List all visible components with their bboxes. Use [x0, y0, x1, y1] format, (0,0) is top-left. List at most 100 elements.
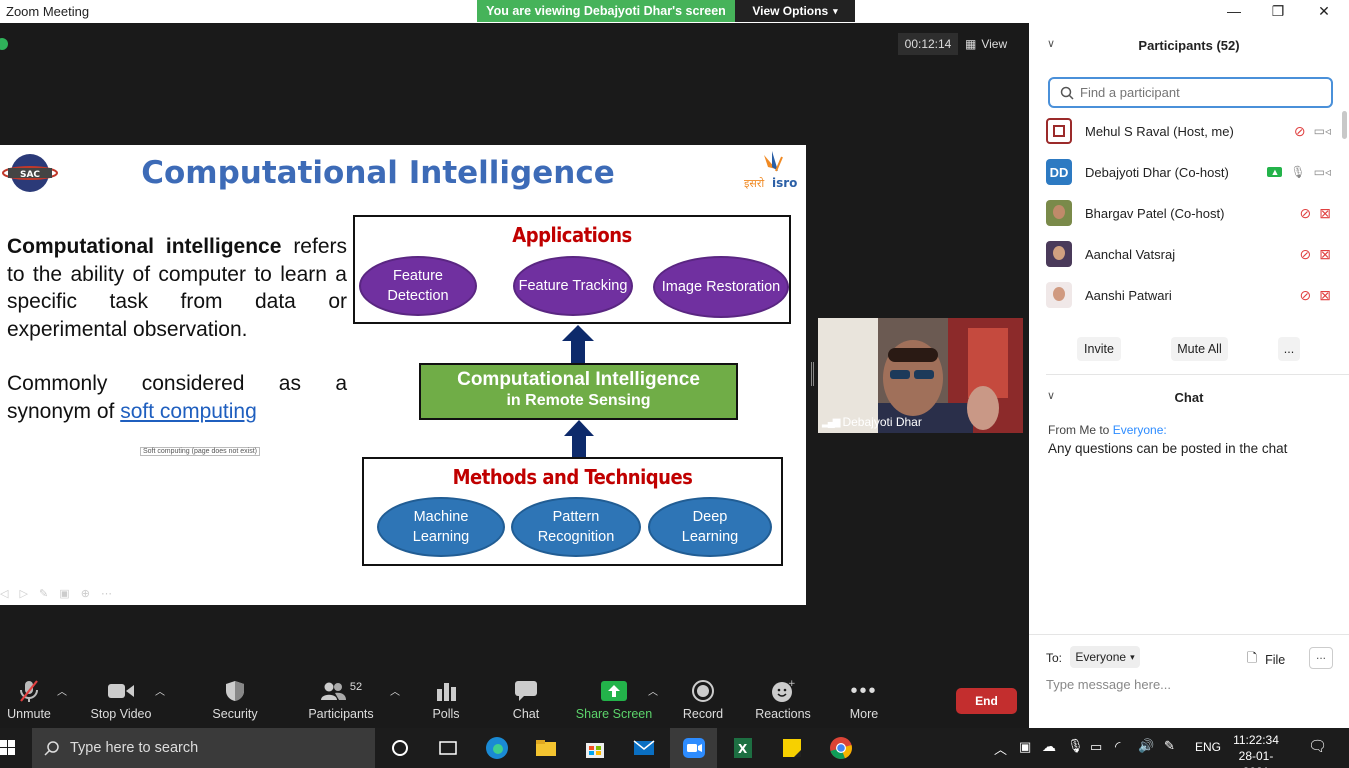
- video-off-icon[interactable]: ⊠: [1319, 205, 1331, 222]
- view-options-button[interactable]: View Options ▾: [735, 0, 855, 22]
- end-meeting-button[interactable]: End: [956, 688, 1017, 714]
- signal-strength-icon: ▂▄▆: [822, 416, 841, 428]
- audio-options-caret-icon[interactable]: ︿: [57, 683, 67, 698]
- chat-message-input[interactable]: Type message here...: [1046, 677, 1171, 692]
- participant-search[interactable]: [1048, 77, 1333, 108]
- more-label: More: [849, 707, 879, 721]
- participant-row[interactable]: Aanchal Vatsraj ⊘ ⊠: [1046, 237, 1331, 271]
- stop-video-button[interactable]: Stop Video: [76, 679, 166, 721]
- applications-box: Applications Feature Detection Feature T…: [353, 215, 791, 324]
- participant-name: Debajyoti Dhar (Co-host): [1085, 164, 1229, 180]
- stop-video-label: Stop Video: [90, 707, 152, 721]
- close-button[interactable]: ✕: [1313, 2, 1335, 20]
- ci-box-title: Computational Intelligence: [457, 369, 700, 390]
- participants-icon: [320, 682, 346, 700]
- windows-start-icon[interactable]: [0, 740, 16, 756]
- minimize-button[interactable]: —: [1223, 2, 1245, 20]
- panel-splitter[interactable]: [811, 362, 814, 386]
- file-explorer-icon[interactable]: [534, 736, 558, 760]
- battery-icon[interactable]: ▭: [1090, 739, 1102, 755]
- speaker-video[interactable]: ▂▄▆ Debajyoti Dhar: [818, 318, 1023, 433]
- notification-icon[interactable]: 🗨: [1308, 737, 1327, 755]
- share-options-caret-icon[interactable]: ︿: [648, 683, 658, 698]
- language-indicator[interactable]: ENG: [1195, 740, 1221, 754]
- video-options-caret-icon[interactable]: ︿: [155, 683, 165, 698]
- polls-button[interactable]: Polls: [401, 679, 491, 721]
- chat-button[interactable]: Chat: [481, 679, 571, 721]
- file-button[interactable]: 🗋 File: [1247, 649, 1285, 670]
- view-button[interactable]: ▦ View: [965, 33, 1025, 55]
- task-view-icon[interactable]: [436, 736, 460, 760]
- participants-button[interactable]: 52 Participants: [296, 679, 386, 721]
- show-hidden-icons-chevron-icon[interactable]: ︿: [994, 739, 1007, 758]
- avatar: DD: [1046, 159, 1072, 185]
- maximize-button[interactable]: ❐: [1267, 2, 1289, 20]
- microphone-muted-icon[interactable]: ⊘: [1300, 246, 1312, 263]
- taskbar-search-box[interactable]: Type here to search: [32, 728, 375, 768]
- cortana-icon[interactable]: [388, 736, 412, 760]
- chrome-icon[interactable]: [829, 736, 853, 760]
- meet-now-icon[interactable]: ▣: [1019, 739, 1031, 755]
- oval-feature-tracking: Feature Tracking: [513, 256, 633, 316]
- isro-logo-icon: इसरो isro: [744, 151, 797, 190]
- slideshow-controls[interactable]: ◁ ▷ ✎ ▣ ⊕ ⋯: [0, 587, 116, 600]
- reactions-button[interactable]: + Reactions: [738, 679, 828, 721]
- store-icon[interactable]: [583, 736, 607, 760]
- microphone-muted-icon[interactable]: ⊘: [1300, 205, 1312, 222]
- zoom-app-icon[interactable]: [682, 736, 706, 760]
- speaker-name-tag: ▂▄▆ Debajyoti Dhar: [822, 415, 922, 429]
- edge-browser-icon[interactable]: [485, 736, 509, 760]
- video-camera-icon[interactable]: ▭◃: [1314, 124, 1331, 138]
- polls-label: Polls: [432, 707, 460, 721]
- security-button[interactable]: Security: [190, 679, 280, 721]
- participants-caret-icon[interactable]: ︿: [390, 683, 400, 698]
- encryption-shield-icon[interactable]: [0, 38, 8, 50]
- record-icon: [692, 680, 714, 702]
- view-options-label: View Options: [752, 4, 829, 18]
- participant-search-input[interactable]: [1080, 85, 1320, 100]
- avatar: [1046, 241, 1072, 267]
- microphone-icon[interactable]: 🎙: [1067, 738, 1084, 754]
- pen-icon[interactable]: ✎: [1164, 738, 1175, 754]
- speaker-name: Debajyoti Dhar: [842, 415, 922, 429]
- share-screen-button[interactable]: Share Screen: [569, 679, 659, 721]
- chat-recipient-link[interactable]: Everyone:: [1113, 423, 1167, 437]
- volume-icon[interactable]: 🔊: [1138, 738, 1154, 754]
- sticky-notes-icon[interactable]: [780, 736, 804, 760]
- slide-body-text: Computational intelligence refers to the…: [7, 233, 347, 425]
- taskbar-search-placeholder: Type here to search: [70, 740, 199, 756]
- soft-computing-link[interactable]: soft computing: [120, 400, 257, 423]
- microphone-icon[interactable]: 🎙: [1290, 165, 1305, 179]
- record-button[interactable]: Record: [658, 679, 748, 721]
- video-camera-icon[interactable]: ▭◃: [1314, 165, 1331, 179]
- participants-more-button[interactable]: ...: [1278, 337, 1300, 361]
- side-panel: ∨ Participants (52) Mehul S Raval (Host,…: [1029, 23, 1349, 728]
- wifi-icon[interactable]: ◜: [1115, 738, 1120, 755]
- participant-name: Bhargav Patel (Co-host): [1085, 205, 1225, 221]
- mute-all-button[interactable]: Mute All: [1171, 337, 1228, 361]
- taskbar-clock[interactable]: 11:22:34 28-01-2021: [1228, 732, 1284, 768]
- microphone-muted-icon[interactable]: ⊘: [1300, 287, 1312, 304]
- participants-scrollbar[interactable]: [1342, 111, 1347, 139]
- chat-recipient-select[interactable]: Everyone ▾: [1070, 646, 1140, 668]
- meeting-toolbar: Unmute ︿ Stop Video ︿ Security 52 Partic…: [0, 663, 1029, 728]
- mail-icon[interactable]: [632, 736, 656, 760]
- onedrive-cloud-icon[interactable]: ☁: [1042, 738, 1056, 755]
- excel-icon[interactable]: X: [731, 736, 755, 760]
- chat-panel-title: Chat: [1174, 390, 1204, 405]
- more-button[interactable]: ••• More: [819, 679, 909, 722]
- link-tooltip: Soft computing (page does not exist): [140, 447, 261, 456]
- participant-row[interactable]: Bhargav Patel (Co-host) ⊘ ⊠: [1046, 196, 1331, 230]
- microphone-muted-icon[interactable]: ⊘: [1294, 123, 1306, 140]
- invite-button[interactable]: Invite: [1077, 337, 1121, 361]
- polls-icon: [437, 683, 456, 701]
- video-off-icon[interactable]: ⊠: [1319, 287, 1331, 304]
- participant-row[interactable]: Aanshi Patwari ⊘ ⊠: [1046, 278, 1331, 312]
- chat-more-button[interactable]: ...: [1309, 647, 1333, 669]
- video-off-icon[interactable]: ⊠: [1319, 246, 1331, 263]
- arrow-up-icon: [562, 325, 594, 363]
- microphone-muted-icon: [20, 680, 38, 702]
- participant-row[interactable]: Mehul S Raval (Host, me) ⊘ ▭◃: [1046, 114, 1331, 148]
- participant-row[interactable]: DD Debajyoti Dhar (Co-host) ▲ 🎙 ▭◃: [1046, 155, 1331, 189]
- chat-to-label: To:: [1046, 651, 1063, 665]
